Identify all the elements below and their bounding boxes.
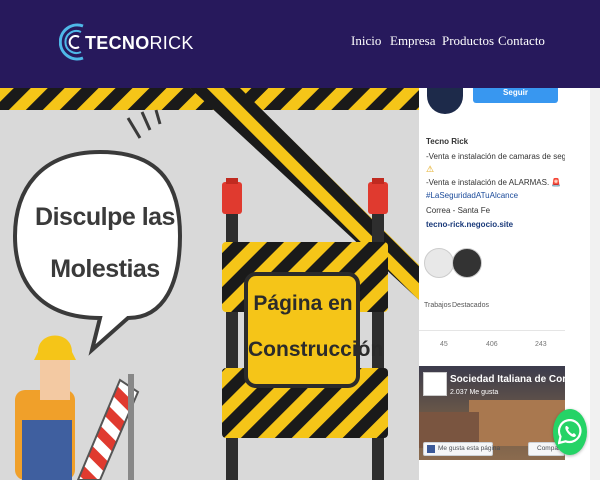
instagram-stat-followers: 406 — [486, 341, 498, 348]
bubble-text-line2: Molestias — [50, 255, 160, 283]
instagram-highlight-trabajos[interactable] — [424, 248, 454, 278]
nav-link-productos[interactable]: Productos — [442, 33, 494, 49]
site-logo-text[interactable]: TECNORICK — [85, 33, 194, 54]
sign-text-line2: Construcción — [248, 338, 384, 361]
logo-text-light: RICK — [149, 33, 194, 53]
facebook-like-button[interactable]: Me gusta esta página — [423, 442, 500, 456]
facebook-page-likes: 2.037 Me gusta — [450, 389, 499, 396]
facebook-page-logo[interactable] — [423, 372, 447, 396]
instagram-hashtag-link[interactable]: #LaSeguridadATuAlcance — [426, 191, 518, 200]
scrollbar[interactable] — [590, 88, 600, 480]
instagram-highlight-label: Destacados — [452, 302, 489, 309]
sign-text-line1: Página en — [253, 292, 353, 315]
instagram-bio-line1: -Venta e instalación de camaras de segur… — [426, 152, 565, 161]
facebook-icon — [427, 445, 435, 453]
instagram-widget: Seguir Tecno Rick -Venta e instalación d… — [419, 60, 565, 360]
nav-link-contacto[interactable]: Contacto — [498, 33, 545, 49]
divider — [419, 330, 565, 331]
logo-text-bold: TECNO — [85, 33, 150, 53]
page: Disculpe las Molestias Página en Constru… — [0, 0, 600, 480]
instagram-stat-following: 243 — [535, 341, 547, 348]
whatsapp-button[interactable] — [553, 409, 587, 455]
nav-link-empresa[interactable]: Empresa — [390, 33, 435, 49]
facebook-page-name[interactable]: Sociedad Italiana de Correa — [450, 374, 565, 385]
warning-icon: ⚠ — [426, 164, 435, 174]
instagram-highlight-destacados[interactable] — [452, 248, 482, 278]
instagram-profile-name: Tecno Rick — [426, 137, 469, 146]
facebook-cover-building — [469, 400, 565, 446]
instagram-bio-line2: -Venta e instalación de ALARMAS. 🚨 — [426, 178, 562, 187]
instagram-website-link[interactable]: tecno-rick.negocio.site — [426, 220, 513, 229]
instagram-highlight-label: Trabajos — [424, 302, 451, 309]
tecno-rick-logo-icon[interactable] — [59, 17, 87, 67]
site-navbar: TECNORICK Inicio Empresa Productos Conta… — [0, 0, 600, 88]
facebook-page-widget[interactable]: Sociedad Italiana de Correa 2.037 Me gus… — [419, 366, 565, 460]
nav-link-inicio[interactable]: Inicio — [351, 33, 381, 49]
facebook-like-label: Me gusta esta página — [438, 445, 501, 452]
whatsapp-icon — [558, 419, 582, 445]
bubble-text-line1: Disculpe las — [35, 203, 175, 231]
instagram-stat-posts: 45 — [440, 341, 448, 348]
instagram-location: Correa - Santa Fe — [426, 206, 491, 215]
